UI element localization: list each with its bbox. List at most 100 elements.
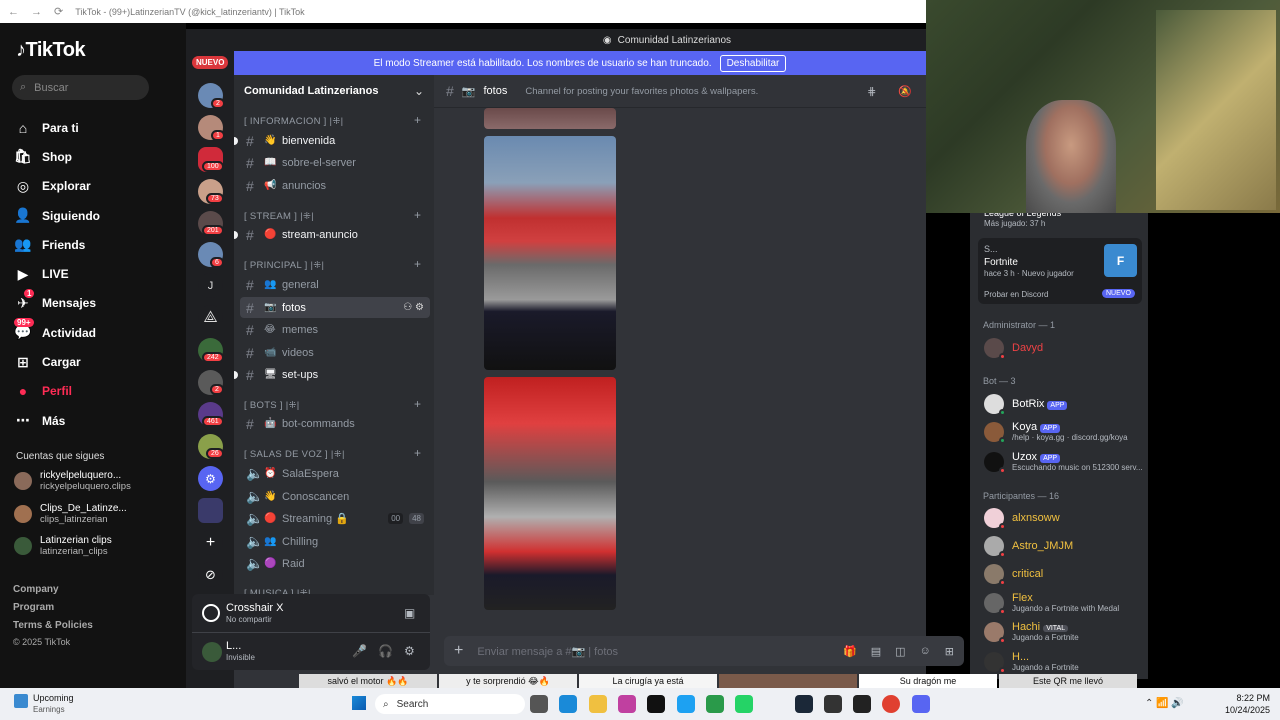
member-botrix[interactable]: BotRix APP (984, 394, 1068, 416)
add-channel-icon[interactable]: + (414, 113, 421, 127)
following-account[interactable]: rickyelpeluquero... rickyelpeluquero.clip… (14, 470, 131, 492)
headphones-icon[interactable]: 🎧 (378, 644, 393, 658)
add-channel-icon[interactable]: + (414, 208, 421, 222)
file-explorer-icon[interactable] (589, 695, 607, 713)
avatar[interactable] (202, 642, 222, 662)
steam-icon[interactable] (795, 695, 813, 713)
gif-icon[interactable]: ▤ (871, 645, 881, 658)
chrome-icon[interactable] (882, 695, 900, 713)
server-icon[interactable] (198, 498, 223, 523)
emoji-icon[interactable]: ☺ (920, 645, 931, 658)
category-stream[interactable]: [ STREAM ] |⁜| (244, 211, 314, 222)
voice-channel-raid[interactable]: 🔈 🟣 Raid (240, 553, 430, 574)
category-salas-de-voz[interactable]: [ SALAS DE VOZ ] |⁜| (244, 449, 345, 460)
add-server-icon[interactable]: + (198, 530, 223, 555)
nav-perfil[interactable]: ● Perfil (14, 377, 184, 406)
xbox-icon[interactable] (706, 695, 724, 713)
channel-memes[interactable]: # 😂 memes (240, 319, 430, 340)
channel-fotos[interactable]: # 📷 fotos ⚇ ⚙ (240, 297, 430, 318)
channel-set-ups[interactable]: # 🖥 set-ups (234, 364, 430, 385)
message-composer[interactable]: + Enviar mensaje a #📷 | fotos 🎁 ▤ ◫ ☺ ⊞ (444, 636, 964, 666)
message-image-engine[interactable] (484, 377, 616, 610)
obs-icon[interactable] (824, 695, 842, 713)
nav-actividad[interactable]: 💬 99+ Actividad (14, 318, 184, 347)
apps-icon[interactable]: ⊞ (945, 645, 954, 658)
following-account[interactable]: Clips_De_Latinze... clips_latinzerian (14, 503, 127, 525)
gear-icon[interactable]: ⚙ (404, 644, 415, 658)
instagram-icon[interactable] (618, 695, 636, 713)
add-channel-icon[interactable]: + (414, 257, 421, 271)
channel-videos[interactable]: # 📹 videos (240, 342, 430, 363)
voice-channel-chilling[interactable]: 🔈 👥 Chilling (240, 531, 430, 552)
member-koya[interactable]: Koya APP/help · koya.gg · discord.gg/koya (984, 421, 1128, 444)
edge-icon[interactable] (559, 695, 577, 713)
message-image-car[interactable] (484, 136, 616, 370)
thumbnail[interactable]: La cirugía ya está (579, 674, 717, 688)
footer-company[interactable]: Company (13, 584, 59, 595)
message-input[interactable]: Enviar mensaje a #📷 | fotos (477, 645, 618, 658)
thumbnail[interactable]: y te sorprendió 😂🔥 (439, 674, 577, 688)
member-participant[interactable]: alxnsoww (984, 508, 1060, 530)
thumbnail[interactable]: Su dragón me (859, 674, 997, 688)
tiktok-logo[interactable]: ♪TikTok (16, 39, 86, 62)
nav-friends[interactable]: 👥 Friends (14, 230, 184, 259)
add-attachment-icon[interactable]: + (454, 642, 463, 660)
channel-settings-icon[interactable]: ⚇ ⚙ (403, 302, 424, 313)
member-participant[interactable]: Hachi VITAL Jugando a Fortnite (984, 621, 1079, 644)
nav-explorar[interactable]: ◎ Explorar (14, 172, 184, 201)
taskbar-search[interactable]: ⌕ Search (375, 694, 525, 714)
add-channel-icon[interactable]: + (414, 397, 421, 411)
member-participant[interactable]: critical (984, 564, 1043, 586)
whatsapp-icon[interactable] (735, 695, 753, 713)
explore-icon[interactable]: ⊘ (198, 562, 223, 587)
nav-shop[interactable]: 🛍 Shop (14, 142, 184, 171)
channel-stream-anuncio[interactable]: # 🔴 stream-anuncio (234, 224, 430, 245)
channel-sobre-el-server[interactable]: # 📖 sobre-el-server (240, 152, 430, 173)
category-bots[interactable]: [ BOTS ] |⁜| (244, 400, 300, 411)
try-in-discord[interactable]: Probar en Discord (984, 290, 1048, 299)
discord-server-icon[interactable]: ⚙ (198, 466, 223, 491)
member-participant[interactable]: Astro_JMJM (984, 536, 1073, 558)
footer-terms[interactable]: Terms & Policies (13, 620, 93, 631)
forward-icon[interactable]: → (31, 6, 42, 18)
nav-mas[interactable]: ⋯ Más (14, 406, 184, 435)
add-channel-icon[interactable]: + (414, 446, 421, 460)
twitter-icon[interactable] (677, 695, 695, 713)
task-view-icon[interactable] (530, 695, 548, 713)
nav-cargar[interactable]: ⊞ Cargar (14, 347, 184, 376)
screen-share-icon[interactable]: ▣ (404, 606, 415, 620)
thumbnail[interactable]: Este QR me llevó (999, 674, 1137, 688)
member-davyd[interactable]: Davyd (984, 338, 1043, 360)
tiktok-icon[interactable] (647, 695, 665, 713)
category-principal[interactable]: [ PRINCIPAL ] |⁜| (244, 260, 324, 271)
notifications-off-icon[interactable]: 🔕 (898, 85, 912, 98)
widget-title[interactable]: Upcoming (33, 693, 74, 703)
chevron-down-icon[interactable]: ⌄ (414, 84, 424, 98)
server-icon[interactable]: J (198, 273, 223, 298)
microphone-icon[interactable]: 🎤 (352, 644, 367, 658)
footer-program[interactable]: Program (13, 602, 54, 613)
member-uzox[interactable]: Uzox APP Escuchando music on 512300 serv..… (984, 451, 1143, 474)
channel-bienvenida[interactable]: # 👋 bienvenida (234, 130, 430, 151)
channel-general[interactable]: # 👥 general (240, 274, 430, 295)
nav-para-ti[interactable]: ⌂ Para ti (14, 113, 184, 142)
app-icon[interactable] (853, 695, 871, 713)
thumbnail[interactable]: salvó el motor 🔥🔥 (299, 674, 437, 688)
system-tray-icons[interactable]: ⌃ 📶 🔊 (1145, 698, 1184, 709)
server-name[interactable]: Comunidad Latinzerianos (244, 85, 378, 97)
channel-bot-commands[interactable]: # 🤖 bot-commands (240, 413, 430, 434)
thumbnail[interactable] (719, 674, 857, 688)
triangle-server-icon[interactable]: ⟁ (198, 305, 223, 330)
windows-start-icon[interactable] (352, 696, 366, 710)
following-account[interactable]: Latinzerian clips latinzerian_clips (14, 535, 112, 557)
back-icon[interactable]: ← (8, 6, 19, 18)
search-input[interactable]: ⌕ Buscar (12, 75, 149, 100)
voice-channel-streaming[interactable]: 🔈 🔴 Streaming 🔒 00 48 (240, 508, 430, 529)
voice-channel-salaespera[interactable]: 🔈 ⏰ SalaEspera (240, 463, 430, 484)
voice-channel-conoscancen[interactable]: 🔈 👋 Conoscancen (240, 486, 430, 507)
message-image-partial[interactable] (484, 108, 616, 129)
discord-taskbar-icon[interactable] (912, 695, 930, 713)
sticker-icon[interactable]: ◫ (895, 645, 905, 658)
member-participant[interactable]: Flex Jugando a Fortnite with Medal (984, 592, 1119, 615)
channel-anuncios[interactable]: # 📢 anuncios (240, 175, 430, 196)
